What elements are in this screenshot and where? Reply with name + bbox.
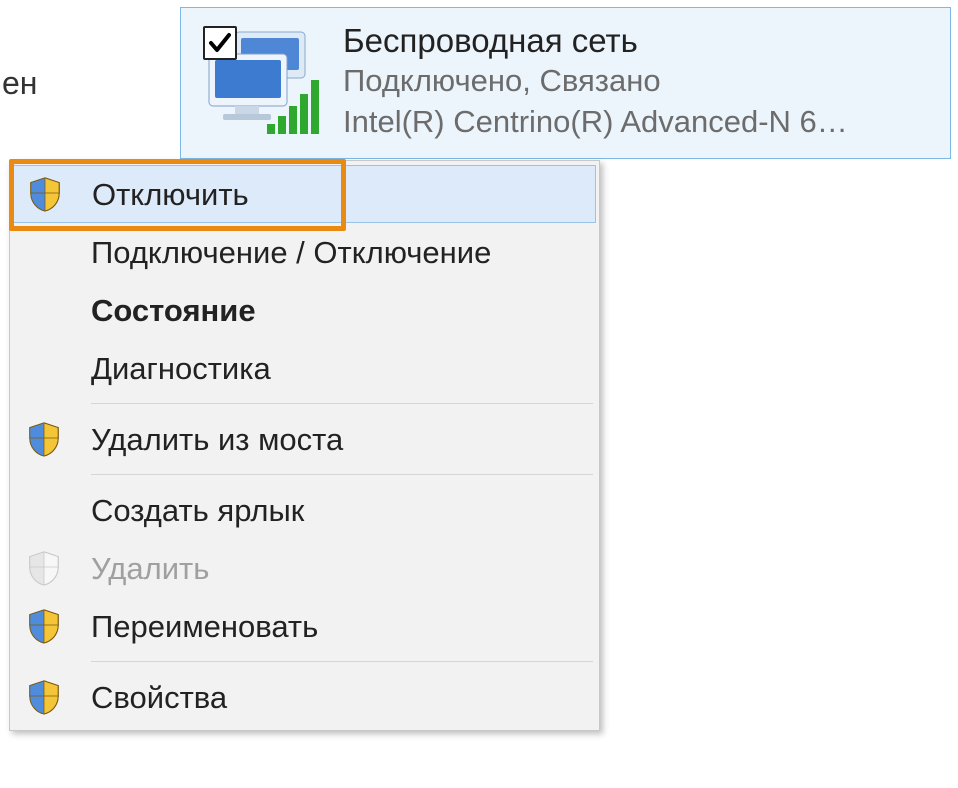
menu-item-label: Свойства: [91, 682, 227, 713]
menu-item[interactable]: Создать ярлык: [13, 481, 596, 539]
menu-item-label: Удалить из моста: [91, 424, 343, 455]
adapter-name: Беспроводная сеть: [343, 20, 936, 61]
menu-item[interactable]: Подключение / Отключение: [13, 223, 596, 281]
menu-item[interactable]: Удалить из моста: [13, 410, 596, 468]
menu-item[interactable]: Состояние: [13, 281, 596, 339]
menu-separator: [91, 661, 593, 662]
menu-item[interactable]: Переименовать: [13, 597, 596, 655]
menu-separator: [91, 474, 593, 475]
menu-item[interactable]: Диагностика: [13, 339, 596, 397]
menu-item-label: Отключить: [92, 179, 249, 210]
menu-item-label: Переименовать: [91, 611, 318, 642]
menu-separator: [91, 403, 593, 404]
shield-icon: [25, 420, 91, 458]
shield-icon: [25, 607, 91, 645]
context-menu: Отключить Подключение / Отключение Состоян…: [9, 160, 600, 731]
network-adapter-item[interactable]: Беспроводная сеть Подключено, Связано In…: [180, 7, 951, 159]
background-truncated-text: ючен: [0, 65, 37, 102]
adapter-device: Intel(R) Centrino(R) Advanced-N 6…: [343, 102, 936, 142]
shield-icon: [26, 175, 92, 213]
menu-item-label: Состояние: [91, 295, 256, 326]
adapter-enabled-checkmark-icon: [203, 26, 237, 60]
menu-item-label: Удалить: [91, 553, 209, 584]
menu-item-label: Диагностика: [91, 353, 271, 384]
menu-item: Удалить: [13, 539, 596, 597]
shield-icon: [25, 678, 91, 716]
shield-icon: [25, 549, 91, 587]
menu-item-label: Создать ярлык: [91, 495, 304, 526]
adapter-status: Подключено, Связано: [343, 61, 936, 101]
network-adapter-icon: [195, 18, 325, 138]
menu-item[interactable]: Отключить: [13, 165, 596, 223]
menu-item[interactable]: Свойства: [13, 668, 596, 726]
menu-item-label: Подключение / Отключение: [91, 237, 491, 268]
